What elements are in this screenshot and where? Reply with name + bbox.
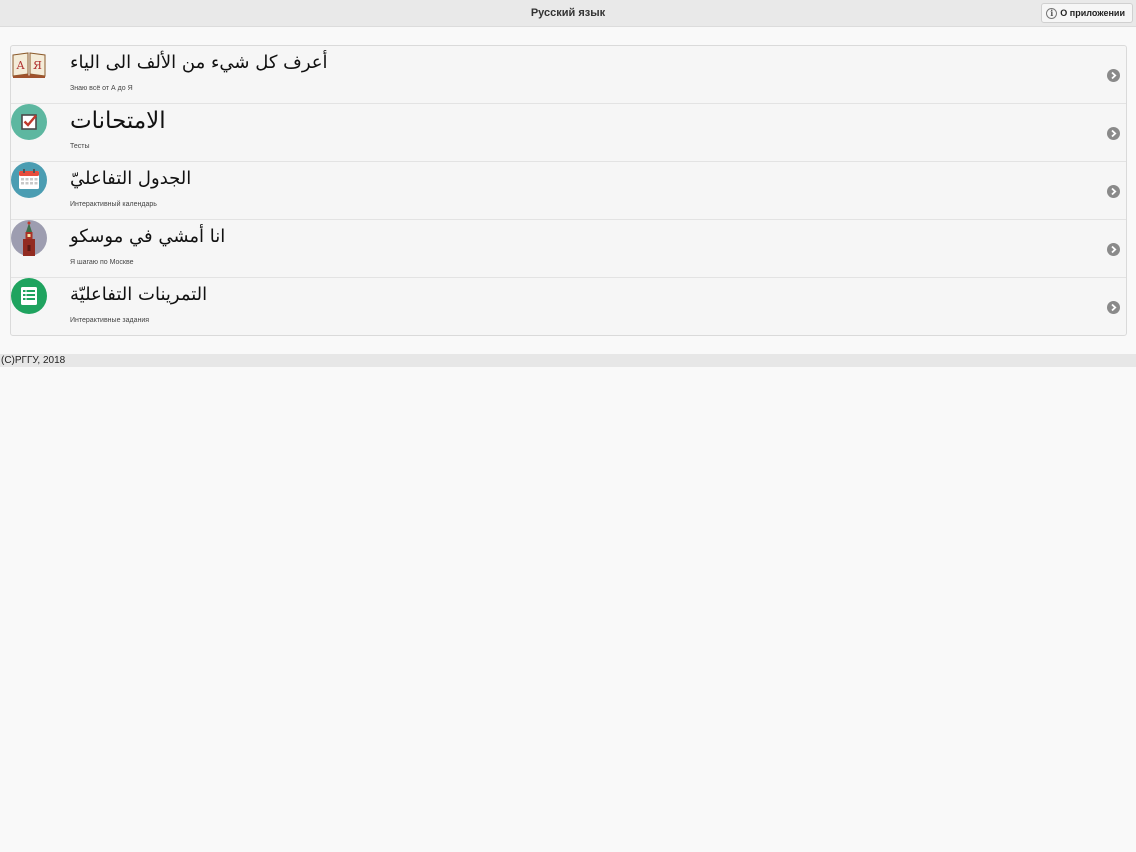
header-bar: Русский язык i О приложении: [0, 0, 1136, 27]
item-title: الجدول التفاعليّ: [70, 168, 192, 189]
item-subtitle: Интерактивный календарь: [70, 201, 157, 208]
svg-text:А: А: [16, 59, 25, 72]
list-item-know-all[interactable]: А Я أعرف كل شيء من الألف الى الياء Знаю …: [11, 46, 1126, 104]
item-title: أعرف كل شيء من الألف الى الياء: [70, 52, 328, 73]
list-item-tests[interactable]: الامتحانات Тесты: [11, 104, 1126, 162]
list-item-calendar[interactable]: الجدول التفاعليّ Интерактивный календарь: [11, 162, 1126, 220]
item-subtitle: Я шагаю по Москве: [70, 259, 134, 266]
chevron-right-icon: [1107, 243, 1120, 256]
chevron-right-icon: [1107, 127, 1120, 140]
about-button-label: О приложении: [1060, 8, 1125, 18]
calendar-icon: [11, 162, 47, 198]
list-item-exercises[interactable]: التمرينات التفاعليّة Интерактивные задан…: [11, 278, 1126, 335]
copyright-text: (C)РГГУ, 2018: [1, 355, 66, 366]
chevron-right-icon: [1107, 185, 1120, 198]
menu-list: А Я أعرف كل شيء من الألف الى الياء Знаю …: [10, 45, 1127, 336]
list-icon: [11, 278, 47, 314]
kremlin-tower-icon: [11, 220, 47, 256]
footer: (C)РГГУ, 2018: [0, 354, 1136, 367]
item-subtitle: Тесты: [70, 143, 90, 150]
checkbox-icon: [11, 104, 47, 140]
info-icon: i: [1046, 7, 1058, 19]
item-subtitle: Интерактивные задания: [70, 317, 150, 324]
chevron-right-icon: [1107, 301, 1120, 314]
page-title: Русский язык: [530, 7, 606, 19]
item-title: الامتحانات: [70, 108, 166, 134]
item-title: انا أمشي في موسكو: [70, 226, 226, 247]
svg-text:Я: Я: [33, 59, 42, 72]
chevron-right-icon: [1107, 69, 1120, 82]
list-item-moscow[interactable]: انا أمشي في موسكو Я шагаю по Москве: [11, 220, 1126, 278]
book-icon: А Я: [12, 52, 46, 78]
item-title: التمرينات التفاعليّة: [70, 284, 208, 305]
about-button[interactable]: i О приложении: [1041, 3, 1133, 23]
item-subtitle: Знаю всё от А до Я: [70, 85, 133, 92]
